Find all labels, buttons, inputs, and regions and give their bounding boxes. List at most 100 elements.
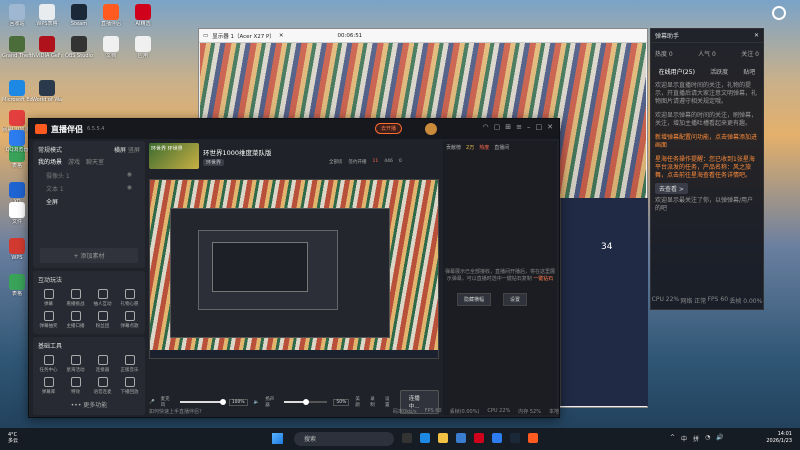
mirror-titlebar: ▭ 显示器 1（Acer X27 P） ✕ 00:06:51 xyxy=(199,29,647,43)
close-icon[interactable]: ✕ xyxy=(547,123,553,131)
more-features-button[interactable]: ••• 更多功能 xyxy=(36,397,142,412)
mirror-close-tab[interactable]: ✕ xyxy=(279,33,284,39)
tab-game[interactable]: 游戏 xyxy=(68,157,80,166)
tab-contribution[interactable]: 贡献榜 xyxy=(446,144,461,151)
ime-indicator[interactable]: 中 xyxy=(681,434,687,443)
wps-icon[interactable] xyxy=(474,433,484,443)
beauty-button[interactable]: 美颜 xyxy=(355,396,364,408)
maximize-icon[interactable]: □ xyxy=(536,123,543,131)
store-icon[interactable] xyxy=(456,433,466,443)
tool-button[interactable]: 下播回放 xyxy=(117,377,142,395)
desktop-icon[interactable]: Grand Theft Auto V xyxy=(2,36,32,59)
speaker-value[interactable]: 50% xyxy=(333,398,350,406)
info-contract[interactable]: 签约开播 xyxy=(349,159,367,165)
chat-settings-button[interactable]: 设置 xyxy=(503,293,528,306)
tool-button[interactable]: 弹幕点歌 xyxy=(117,311,142,329)
source-item[interactable]: 全屏 xyxy=(36,195,142,208)
desktop-icon[interactable]: 回收站 xyxy=(2,4,32,27)
settings-button[interactable]: 设置 xyxy=(385,396,394,408)
mic-icon[interactable]: 🎤 xyxy=(149,400,155,405)
avatar[interactable] xyxy=(425,123,437,135)
search-box[interactable]: 搜索 xyxy=(294,432,394,446)
tool-button[interactable]: 弹幕库 xyxy=(36,377,61,395)
landscape-toggle[interactable]: 横屏 xyxy=(114,147,126,154)
view-task-button[interactable]: 去查看 > xyxy=(655,183,688,194)
tool-button[interactable]: 弹幕抽奖 xyxy=(36,311,61,329)
eye-icon[interactable]: ◉ xyxy=(127,184,132,193)
help-link[interactable]: 如何快速上手直播伴侣? xyxy=(149,408,202,415)
category-tag[interactable]: 环世界 xyxy=(203,158,225,166)
room-thumbnail[interactable]: 环世界 环世界 xyxy=(149,143,199,169)
add-source-button[interactable]: + 添加素材 xyxy=(40,248,138,263)
live-companion-icon[interactable] xyxy=(528,433,538,443)
explorer-icon[interactable] xyxy=(438,433,448,443)
tool-button[interactable]: 弹幕 xyxy=(36,289,61,307)
menu-icon[interactable]: ≡ xyxy=(516,123,522,131)
eye-icon[interactable]: ◉ xyxy=(127,171,132,180)
hide-banner-button[interactable]: 隐藏横幅 xyxy=(457,293,492,306)
source-item[interactable]: 文本 1 ◉ xyxy=(36,182,142,195)
tab-chatroom[interactable]: 聊天室 xyxy=(86,157,104,166)
gift-icon[interactable]: ⊞ xyxy=(505,123,511,131)
tab-live-room[interactable]: 直播间 xyxy=(494,144,509,151)
assistant-message: 欢迎显示弹幕的时间的关注，刷弹幕，关注，增加主播吐槽看起来更有趣。 xyxy=(655,112,758,127)
edge-icon[interactable] xyxy=(420,433,430,443)
stream-preview[interactable] xyxy=(149,179,439,359)
tool-button[interactable]: 正版音乐 xyxy=(117,355,142,373)
desktop-icon[interactable]: 文档 xyxy=(96,36,126,59)
close-icon[interactable]: ✕ xyxy=(754,32,759,39)
tool-button[interactable]: 语音连麦 xyxy=(90,377,115,395)
danmaku-assistant-panel[interactable]: 弹幕助手 ✕ 热度 0 人气 0 关注 0 在线用户(25) 活跃度 贴吧 欢迎… xyxy=(650,28,764,310)
tab-my-scenes[interactable]: 我的场景 xyxy=(38,157,62,166)
tool-button[interactable]: 任务中心 xyxy=(36,355,61,373)
source-item[interactable]: 摄像头 1 ◉ xyxy=(36,169,142,182)
desktop-icon[interactable]: WPS表格 xyxy=(32,4,62,27)
desktop-icon[interactable]: Microsoft Edge xyxy=(2,80,32,103)
portrait-toggle[interactable]: 竖屏 xyxy=(128,147,140,154)
live-companion-window[interactable]: 直播伴侣 6.5.5.4 去开播 ◠ ▢ ⊞ ≡ – □ ✕ 常规模式 横屏 竖… xyxy=(28,118,560,418)
speaker-slider[interactable] xyxy=(284,399,328,405)
speaker-icon[interactable]: 🔈 xyxy=(254,400,260,405)
task-view-icon[interactable] xyxy=(402,433,412,443)
tool-button[interactable]: 粉丝团 xyxy=(90,311,115,329)
headset-icon[interactable]: ◠ xyxy=(483,123,489,131)
record-button[interactable]: 录制 xyxy=(370,396,379,408)
go-live-button[interactable]: 去开播 xyxy=(375,123,403,134)
tab-activity[interactable]: 活跃度 xyxy=(710,67,728,76)
ime-pinyin[interactable]: 拼 xyxy=(693,434,699,443)
mic-value[interactable]: 100% xyxy=(228,398,248,406)
desktop-icon[interactable]: OBS Studio xyxy=(64,36,94,59)
tool-button[interactable]: 特效 xyxy=(63,377,88,395)
diamond-link[interactable]: 一键钻石 xyxy=(533,276,553,282)
tab-tieba[interactable]: 贴吧 xyxy=(743,67,755,76)
desktop-icon[interactable]: World of Warships xyxy=(32,80,62,103)
desktop-icon[interactable]: NVIDIA GeForce xyxy=(32,36,62,59)
minimize-icon[interactable]: – xyxy=(527,123,531,131)
qq-browser-icon[interactable] xyxy=(492,433,502,443)
tab-online-users[interactable]: 在线用户(25) xyxy=(659,67,695,76)
room-title[interactable]: 环世界1000维度菜队版 xyxy=(203,147,272,157)
desktop-icon[interactable]: 应用 xyxy=(128,36,158,59)
start-button[interactable] xyxy=(272,433,283,444)
tray-expand[interactable]: ^ xyxy=(670,434,675,443)
desktop-icon[interactable]: AI精选 xyxy=(128,4,158,27)
settings-icon[interactable] xyxy=(772,6,786,20)
volume-icon[interactable]: 🔊 xyxy=(716,434,723,443)
mic-slider[interactable] xyxy=(179,399,226,405)
desktop-icon[interactable]: 直播伴侣 xyxy=(96,4,126,27)
info-all[interactable]: 全部房 xyxy=(329,159,343,165)
weather-widget[interactable]: 4°C 多云 xyxy=(8,432,18,444)
tool-button[interactable]: 抽人互动 xyxy=(90,289,115,307)
steam-icon[interactable] xyxy=(510,433,520,443)
tool-button[interactable]: 星海活动 xyxy=(63,355,88,373)
clock[interactable]: 14:01 2026/1/23 xyxy=(766,431,792,445)
mode-select[interactable]: 常规模式 xyxy=(38,145,62,154)
desktop-icon[interactable]: Steam xyxy=(64,4,94,27)
desktop-icon-label: 回收站 xyxy=(9,21,25,27)
message-icon[interactable]: ▢ xyxy=(494,123,501,131)
tool-button[interactable]: 连接器 xyxy=(90,355,115,373)
tool-button[interactable]: 主播口播 xyxy=(63,311,88,329)
tool-button[interactable]: 礼物心愿 xyxy=(117,289,142,307)
wifi-icon[interactable]: ◔ xyxy=(705,434,710,443)
tool-button[interactable]: 看播挑战 xyxy=(63,289,88,307)
